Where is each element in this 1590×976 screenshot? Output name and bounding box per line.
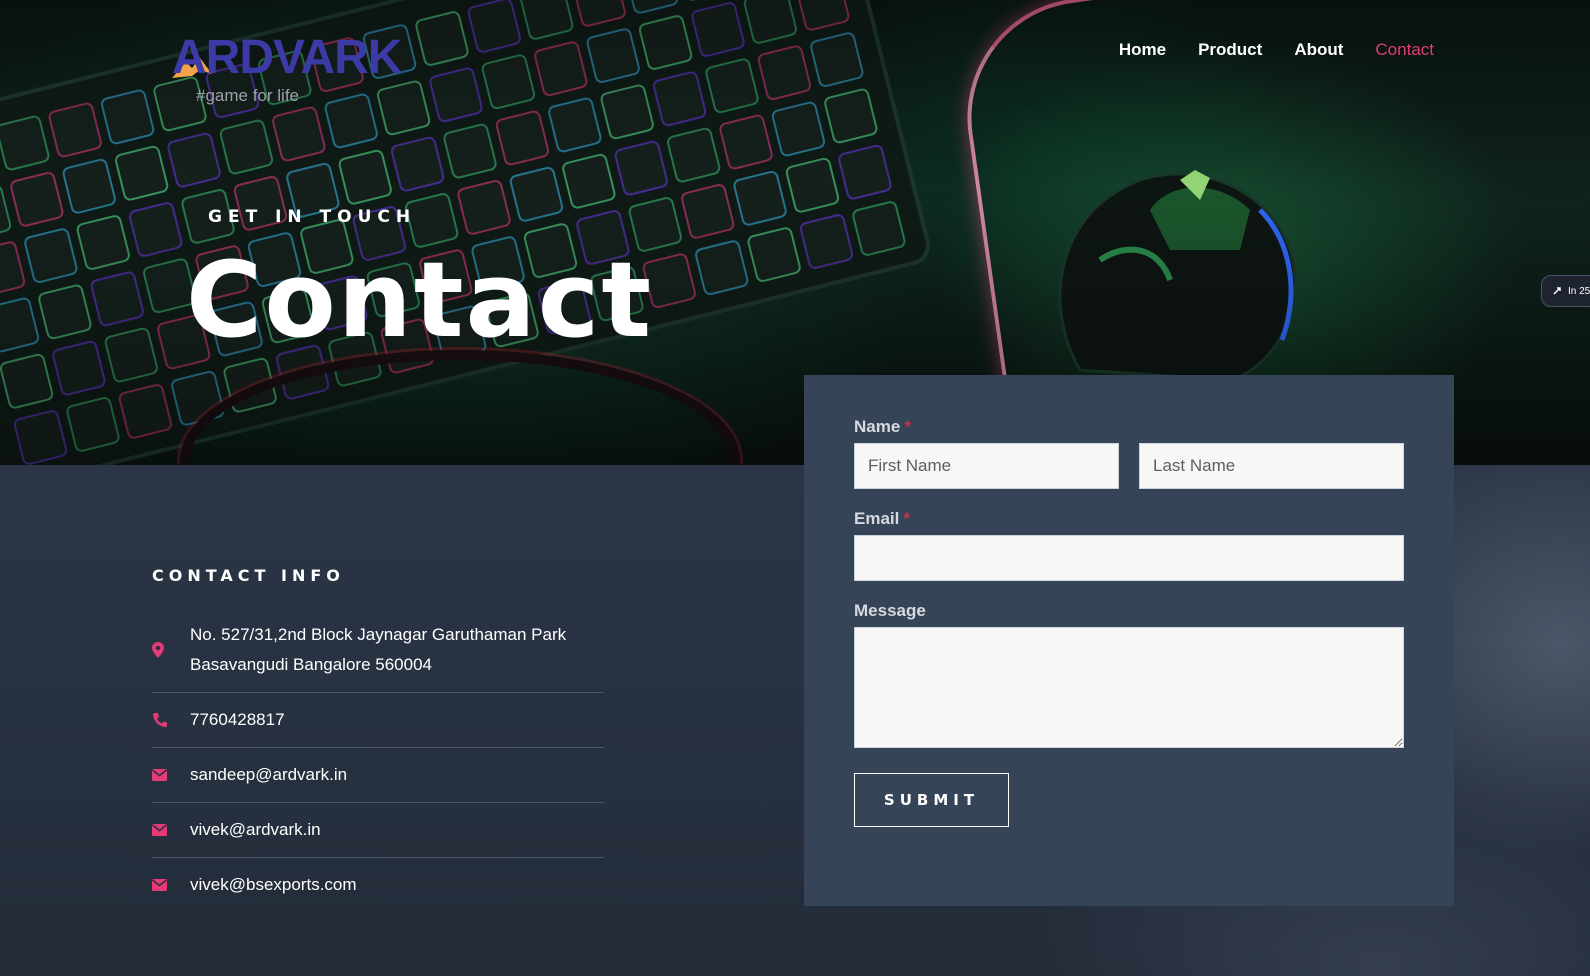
- required-mark: *: [903, 509, 910, 528]
- main-nav: Home Product About Contact: [1119, 40, 1434, 60]
- message-textarea[interactable]: [854, 627, 1404, 748]
- nav-contact[interactable]: Contact: [1375, 40, 1434, 60]
- page-title: Contact: [186, 239, 654, 361]
- name-label: Name *: [854, 417, 1404, 437]
- side-widget[interactable]: In 25: [1541, 275, 1590, 307]
- email-text[interactable]: vivek@bsexports.com: [190, 870, 357, 900]
- message-label: Message: [854, 601, 926, 620]
- side-widget-label: In 25: [1568, 285, 1590, 297]
- hero-kicker: GET IN TOUCH: [208, 207, 417, 227]
- contact-info-list: No. 527/31,2nd Block Jaynagar Garuthaman…: [152, 612, 604, 912]
- nav-home[interactable]: Home: [1119, 40, 1166, 60]
- list-item-email: vivek@bsexports.com: [152, 858, 604, 912]
- first-name-input[interactable]: [854, 443, 1119, 489]
- logo-text: ARDVARK: [172, 31, 402, 84]
- envelope-icon: [152, 824, 190, 836]
- address-line-2: Basavangudi Bangalore 560004: [190, 655, 432, 674]
- contact-form: Name* Email* Message SUBMIT: [804, 375, 1454, 906]
- contact-info-title: CONTACT INFO: [152, 566, 345, 585]
- address-text: No. 527/31,2nd Block Jaynagar Garuthaman…: [190, 620, 566, 680]
- email-input[interactable]: [854, 535, 1404, 581]
- list-item-phone: 7760428817: [152, 693, 604, 748]
- message-group: Message: [854, 601, 1404, 753]
- link-icon: [1553, 287, 1561, 295]
- phone-text[interactable]: 7760428817: [190, 705, 285, 735]
- email-text[interactable]: vivek@ardvark.in: [190, 815, 321, 845]
- list-item-address: No. 527/31,2nd Block Jaynagar Garuthaman…: [152, 612, 604, 693]
- envelope-icon: [152, 769, 190, 781]
- name-group: Name *: [854, 417, 1404, 489]
- phone-icon: [152, 712, 190, 728]
- email-label: Email *: [854, 509, 1404, 529]
- required-mark: *: [904, 417, 911, 436]
- last-name-input[interactable]: [1139, 443, 1404, 489]
- nav-product[interactable]: Product: [1198, 40, 1262, 60]
- nav-about[interactable]: About: [1294, 40, 1343, 60]
- list-item-email: sandeep@ardvark.in: [152, 748, 604, 803]
- name-row: [854, 443, 1404, 489]
- email-label-text: Email: [854, 509, 900, 528]
- email-group: Email *: [854, 509, 1404, 581]
- list-item-email: vivek@ardvark.in: [152, 803, 604, 858]
- address-line-1: No. 527/31,2nd Block Jaynagar Garuthaman…: [190, 625, 567, 644]
- envelope-icon: [152, 879, 190, 891]
- email-text[interactable]: sandeep@ardvark.in: [190, 760, 347, 790]
- submit-button[interactable]: SUBMIT: [854, 773, 1009, 827]
- name-label-text: Name: [854, 417, 901, 436]
- tagline: #game for life: [196, 86, 299, 105]
- map-pin-icon: [152, 642, 190, 658]
